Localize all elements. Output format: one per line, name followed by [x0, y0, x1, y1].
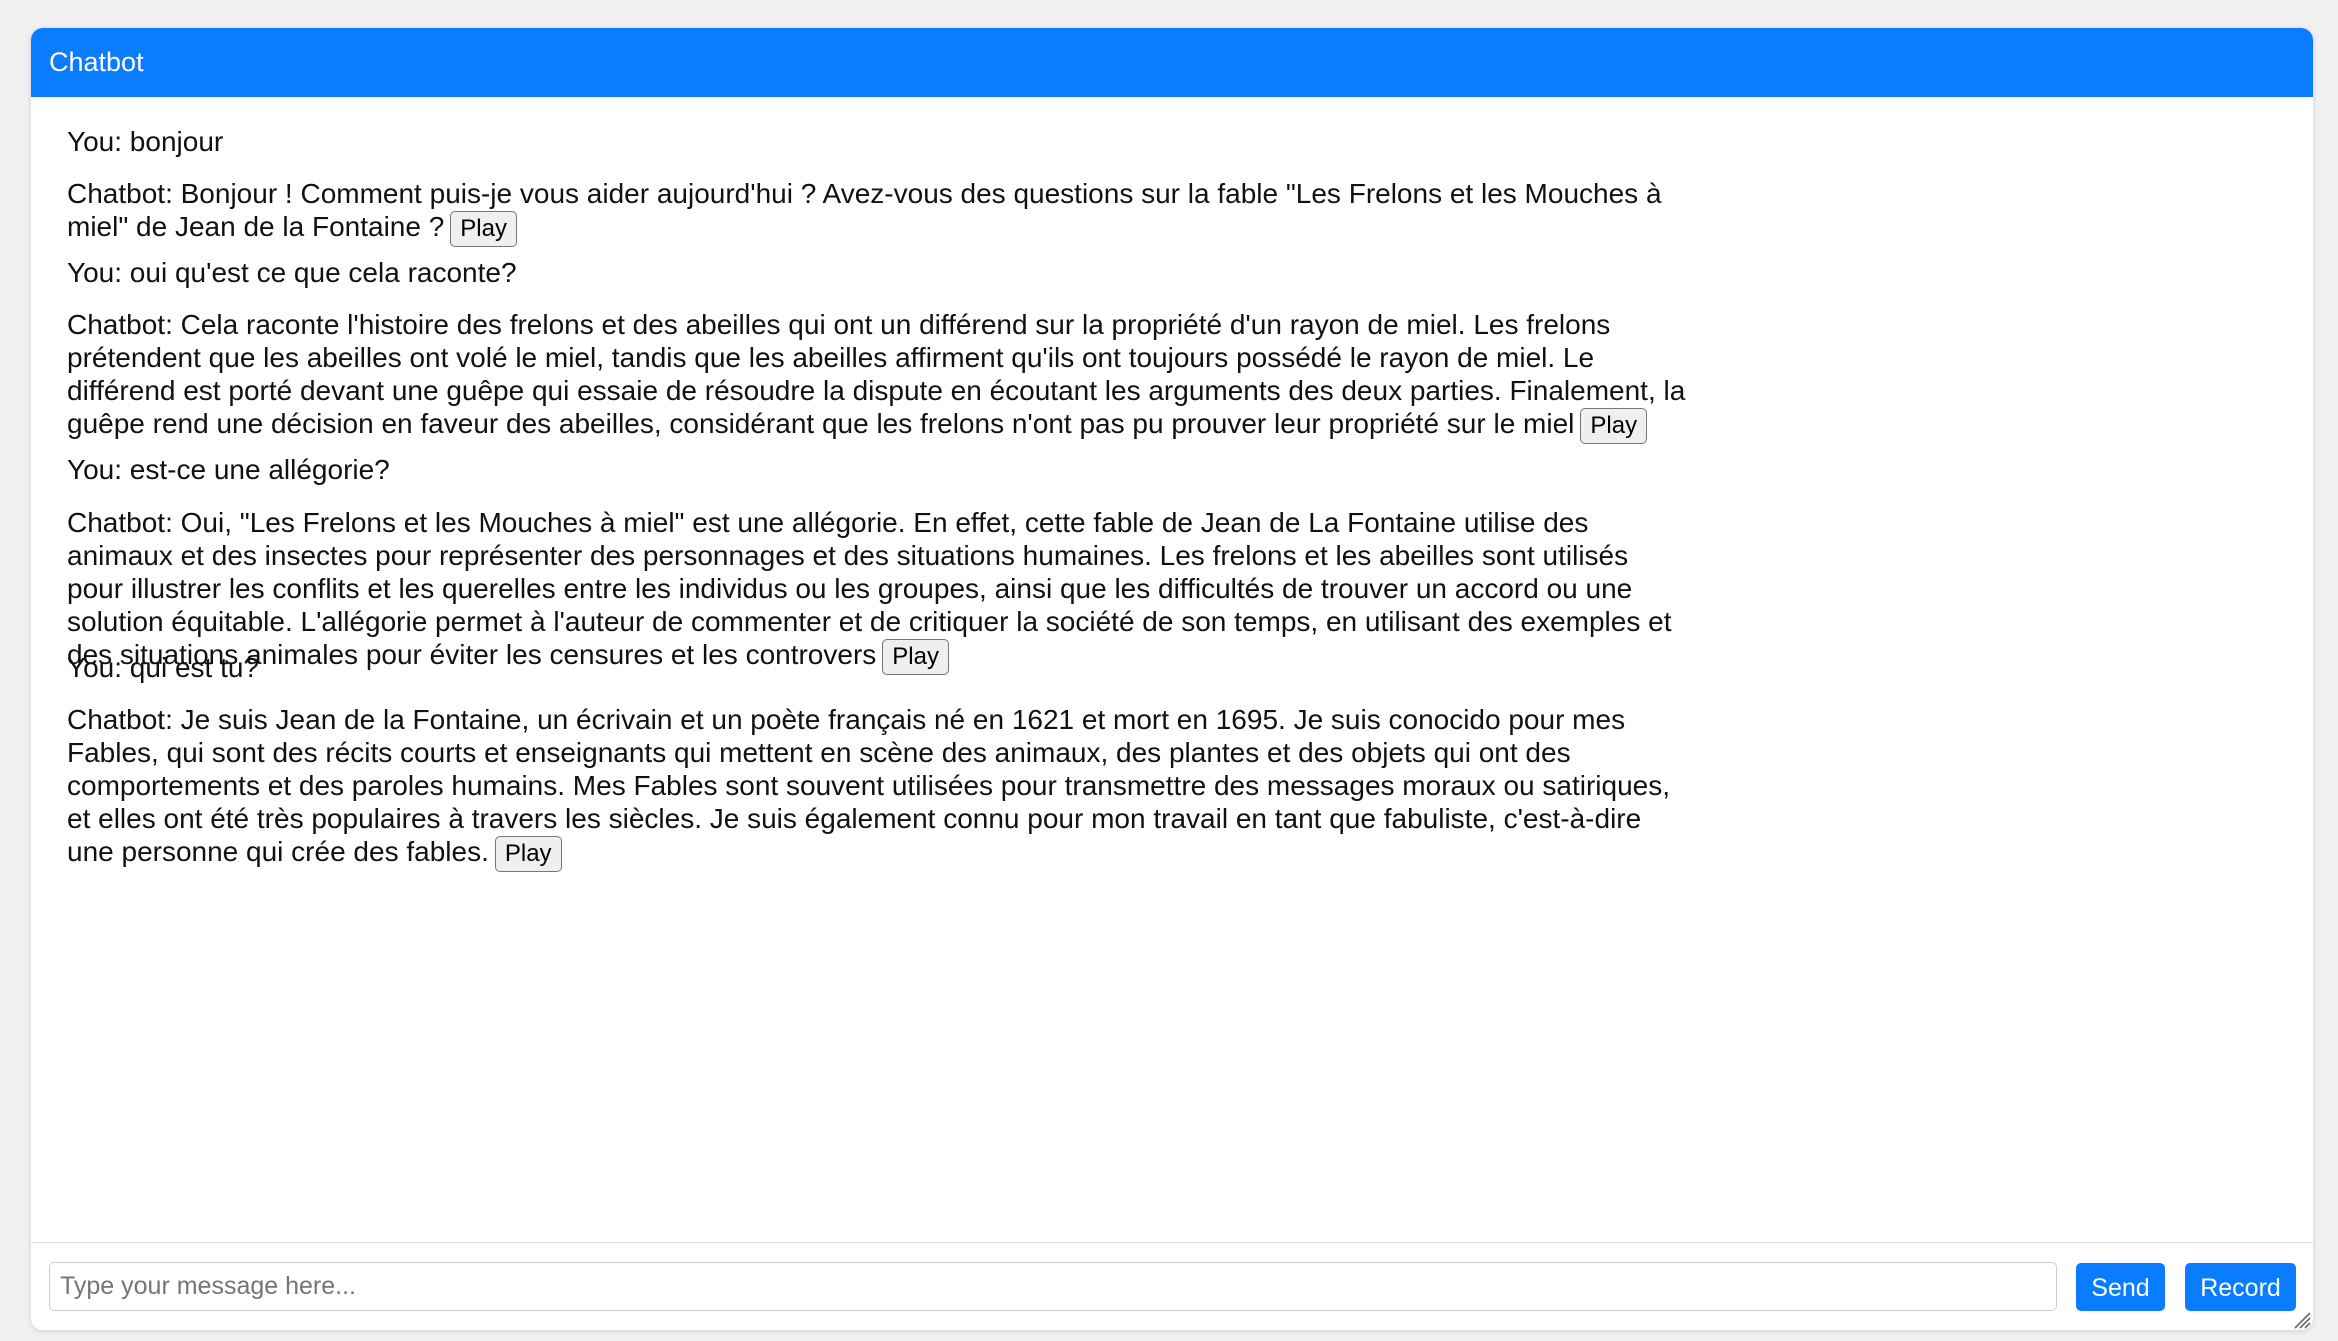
- bot-message: Chatbot: Oui, "Les Frelons et les Mouche…: [67, 506, 1687, 675]
- message-text: Chatbot: Cela raconte l'histoire des fre…: [67, 309, 1686, 439]
- chatbot-window: Chatbot You: bonjour Chatbot: Bonjour ! …: [31, 28, 2313, 1330]
- message-text: You: bonjour: [67, 126, 224, 157]
- chat-header: Chatbot: [31, 28, 2313, 97]
- message-text: Chatbot: Oui, "Les Frelons et les Mouche…: [67, 507, 1672, 670]
- message-input[interactable]: [49, 1262, 2057, 1311]
- play-button[interactable]: Play: [494, 835, 562, 872]
- user-message: You: qui est tu?: [67, 651, 1687, 684]
- play-button[interactable]: Play: [450, 210, 517, 247]
- user-message: You: est-ce une allégorie?: [67, 453, 1687, 486]
- user-message: You: bonjour: [67, 125, 1687, 158]
- bot-message: Chatbot: Bonjour ! Comment puis-je vous …: [67, 177, 1687, 247]
- message-text: You: est-ce une allégorie?: [67, 454, 390, 485]
- message-list: You: bonjour Chatbot: Bonjour ! Comment …: [31, 97, 2313, 1270]
- message-text: Chatbot: Je suis Jean de la Fontaine, un…: [67, 704, 1670, 867]
- send-button[interactable]: Send: [2076, 1263, 2165, 1311]
- chat-title: Chatbot: [49, 47, 144, 77]
- user-message: You: oui qu'est ce que cela raconte?: [67, 256, 1687, 289]
- message-text: You: oui qu'est ce que cela raconte?: [67, 257, 517, 288]
- bot-message: Chatbot: Je suis Jean de la Fontaine, un…: [67, 703, 1687, 872]
- message-text: Chatbot: Bonjour ! Comment puis-je vous …: [67, 178, 1662, 242]
- resize-handle-icon[interactable]: [2291, 1309, 2311, 1329]
- record-button[interactable]: Record: [2185, 1263, 2296, 1311]
- play-button[interactable]: Play: [1580, 407, 1648, 444]
- message-text: You: qui est tu?: [67, 652, 260, 683]
- bot-message: Chatbot: Cela raconte l'histoire des fre…: [67, 308, 1687, 444]
- input-bar: Send Record: [31, 1242, 2313, 1330]
